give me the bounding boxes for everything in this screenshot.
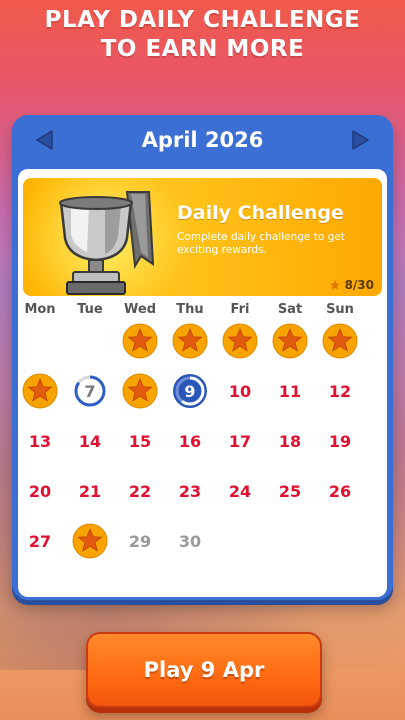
daily-challenge-banner: Daily Challenge Complete daily challenge… [23,178,382,296]
weekday-fri: Fri [230,302,250,317]
day-15[interactable]: 15 [122,423,158,459]
headline-line-1: PLAY DAILY CHALLENGE [44,7,361,33]
day-12[interactable]: 12 [322,373,358,409]
month-title: April 2026 [141,128,264,152]
day-number: 17 [228,431,252,451]
day-number: 25 [278,481,302,501]
day-number: 20 [28,481,52,501]
day-24[interactable]: 24 [222,473,258,509]
weekday-thu: Thu [176,302,204,317]
day-9[interactable]: 9 [172,373,208,409]
day-number: 22 [128,481,152,501]
day-1[interactable] [122,323,158,359]
promo-headline: PLAY DAILY CHALLENGE TO EARN MORE [0,6,405,64]
day-25[interactable]: 25 [272,473,308,509]
next-month-button[interactable] [347,127,373,153]
day-number: 27 [28,531,52,551]
star-icon [329,280,340,290]
day-number: 11 [278,381,302,401]
calendar-body: Daily Challenge Complete daily challenge… [18,169,387,597]
day-6[interactable] [22,373,58,409]
play-button[interactable]: Play 9 Apr [86,632,322,708]
day-18[interactable]: 18 [272,423,308,459]
day-number: 19 [328,431,352,451]
day-23[interactable]: 23 [172,473,208,509]
day-number: 26 [328,481,352,501]
day-number: 18 [278,431,302,451]
day-3[interactable] [222,323,258,359]
day-19[interactable]: 19 [322,423,358,459]
previous-month-button[interactable] [32,127,58,153]
calendar-card: April 2026 Daily Challenge Complete dail… [12,115,393,600]
day-number: 10 [228,381,252,401]
banner-title: Daily Challenge [177,202,344,224]
weekday-wed: Wed [124,302,156,317]
calendar-header: April 2026 [12,115,393,165]
triangle-left-icon [36,130,53,150]
day-4[interactable] [272,323,308,359]
day-8[interactable] [122,373,158,409]
day-13[interactable]: 13 [22,423,58,459]
day-26[interactable]: 26 [322,473,358,509]
weekday-mon: Mon [24,302,56,317]
day-29: 29 [122,523,158,559]
day-17[interactable]: 17 [222,423,258,459]
day-number: 21 [78,481,102,501]
day-28[interactable] [72,523,108,559]
day-number: 14 [78,431,102,451]
weekday-sun: Sun [326,302,354,317]
day-21[interactable]: 21 [72,473,108,509]
day-number: 12 [328,381,352,401]
day-number: 24 [228,481,252,501]
day-27[interactable]: 27 [22,523,58,559]
day-number: 9 [184,381,196,401]
day-number: 16 [178,431,202,451]
day-11[interactable]: 11 [272,373,308,409]
headline-line-2: TO EARN MORE [100,36,305,62]
banner-description: Complete daily challenge to get exciting… [177,231,345,256]
weekday-tue: Tue [77,302,103,317]
day-number: 7 [84,381,96,401]
day-20[interactable]: 20 [22,473,58,509]
challenge-progress: 8/30 [329,278,374,292]
day-30: 30 [172,523,208,559]
day-14[interactable]: 14 [72,423,108,459]
day-number: 15 [128,431,152,451]
day-number: 30 [178,531,202,551]
day-5[interactable] [322,323,358,359]
triangle-right-icon [352,130,369,150]
day-7[interactable]: 7 [72,373,108,409]
day-10[interactable]: 10 [222,373,258,409]
progress-count: 8/30 [344,278,374,292]
day-number: 13 [28,431,52,451]
day-22[interactable]: 22 [122,473,158,509]
day-number: 29 [128,531,152,551]
day-2[interactable] [172,323,208,359]
trophy-icon [59,191,155,295]
day-number: 23 [178,481,202,501]
weekday-sat: Sat [277,302,303,317]
day-16[interactable]: 16 [172,423,208,459]
